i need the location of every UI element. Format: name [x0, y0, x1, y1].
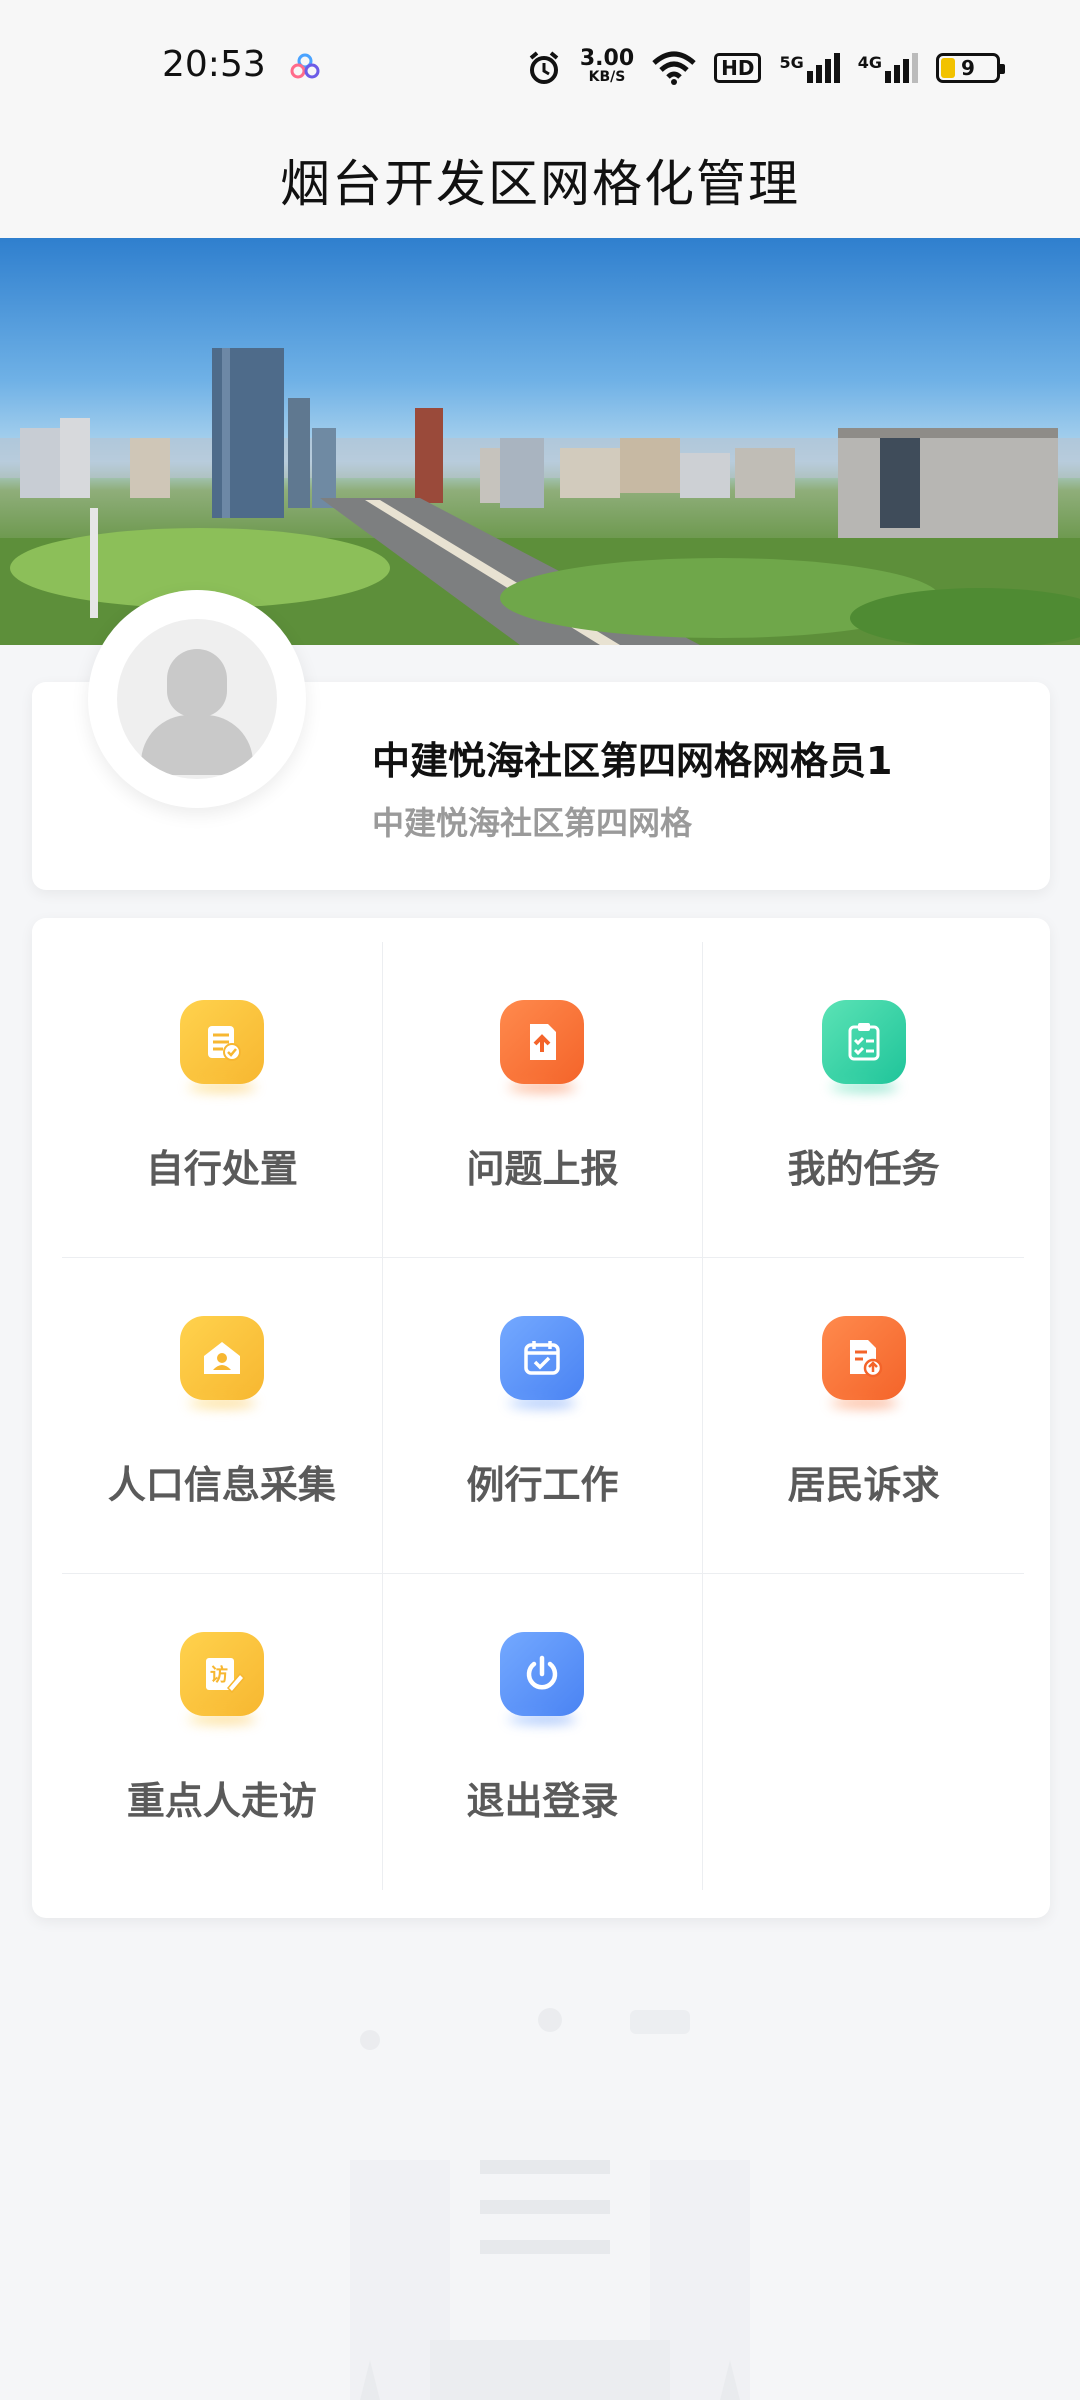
notes-check-icon	[179, 1000, 264, 1084]
menu-card: 自行处置 问题上报 我的任务 人口信息采集 例行工作 居民诉求 访 重点人走访 …	[32, 918, 1050, 1918]
menu-item-label: 例行工作	[466, 1463, 619, 1507]
status-time: 20:53	[162, 44, 266, 85]
default-user-icon	[117, 619, 277, 779]
menu-item-label: 自行处置	[145, 1147, 298, 1191]
app-notification-icon	[290, 53, 320, 79]
user-grid: 中建悦海社区第四网格	[372, 804, 693, 842]
upload-file-icon	[500, 1000, 585, 1084]
avatar[interactable]	[88, 590, 306, 808]
menu-item-label: 居民诉求	[787, 1463, 940, 1507]
menu-item-label: 退出登录	[466, 1779, 619, 1823]
power-icon	[500, 1632, 585, 1716]
empty-state-illustration	[350, 2008, 750, 2400]
menu-item-key-person-visit[interactable]: 访 重点人走访	[62, 1574, 383, 1890]
calendar-check-icon	[500, 1316, 585, 1400]
menu-item-label: 重点人走访	[126, 1779, 317, 1823]
menu-item-label: 我的任务	[787, 1147, 940, 1191]
network-speed: 3.00 KB/S	[579, 46, 635, 86]
menu-item-population-collection[interactable]: 人口信息采集	[62, 1258, 383, 1574]
menu-item-routine-work[interactable]: 例行工作	[382, 1258, 704, 1574]
user-name: 中建悦海社区第四网格网格员1	[372, 739, 893, 783]
menu-item-my-tasks[interactable]: 我的任务	[703, 942, 1024, 1258]
battery-icon: 9	[936, 53, 1005, 83]
city-banner-image	[0, 238, 1080, 645]
menu-item-label: 问题上报	[466, 1147, 619, 1191]
document-upload-icon	[821, 1316, 906, 1400]
menu-item-resident-appeal[interactable]: 居民诉求	[703, 1258, 1024, 1574]
task-clipboard-icon	[821, 1000, 906, 1084]
hd-icon: HD	[714, 53, 762, 83]
app-header: 烟台开发区网格化管理	[0, 120, 1080, 240]
page-title: 烟台开发区网格化管理	[280, 155, 800, 213]
status-icons: 3.00 KB/S HD 5G 4G 9	[526, 46, 1005, 90]
empty-cell	[703, 1574, 1024, 1890]
signal-5g-icon: 5G	[779, 53, 840, 83]
menu-item-self-handle[interactable]: 自行处置	[62, 942, 383, 1258]
status-bar: 20:53 3.00 KB/S HD 5G 4G 9	[0, 0, 1080, 136]
menu-item-report-issue[interactable]: 问题上报	[382, 942, 704, 1258]
signal-4g-icon: 4G	[858, 53, 918, 83]
house-person-icon	[179, 1316, 264, 1400]
svg-text:访: 访	[210, 1664, 228, 1686]
alarm-icon	[529, 51, 559, 84]
city-skyline-illustration	[0, 348, 1080, 645]
menu-item-label: 人口信息采集	[107, 1463, 336, 1507]
visit-pen-icon: 访	[179, 1632, 264, 1716]
function-grid: 自行处置 问题上报 我的任务 人口信息采集 例行工作 居民诉求 访 重点人走访 …	[62, 942, 1024, 1890]
wifi-icon	[652, 51, 696, 85]
menu-item-logout[interactable]: 退出登录	[383, 1574, 704, 1890]
